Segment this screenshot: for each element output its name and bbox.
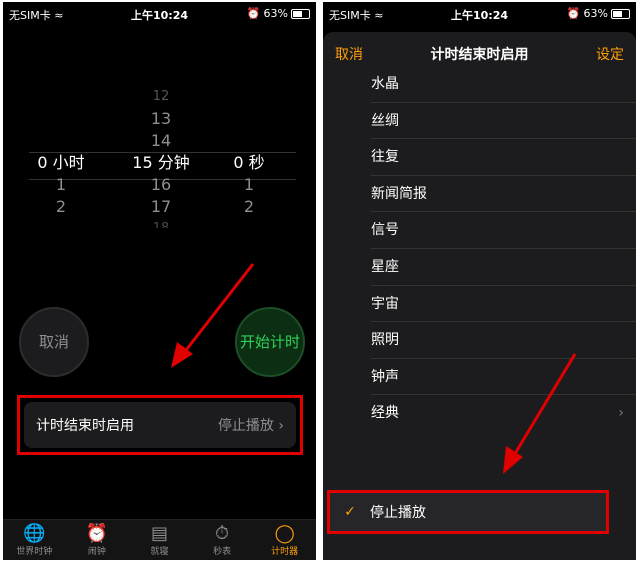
red-arrow-annotation (503, 353, 577, 474)
sound-picker-screen: 无SIM卡 ≈ 上午10:24 ⏰ 63% 取消 计时结束时启用 设定 水晶 丝… (323, 2, 636, 560)
timer-screen: 无SIM卡 ≈ 上午10:24 ⏰ 63% 0 小时 1 2 12 13 14 … (3, 2, 316, 560)
red-arrow-annotation (171, 263, 255, 368)
